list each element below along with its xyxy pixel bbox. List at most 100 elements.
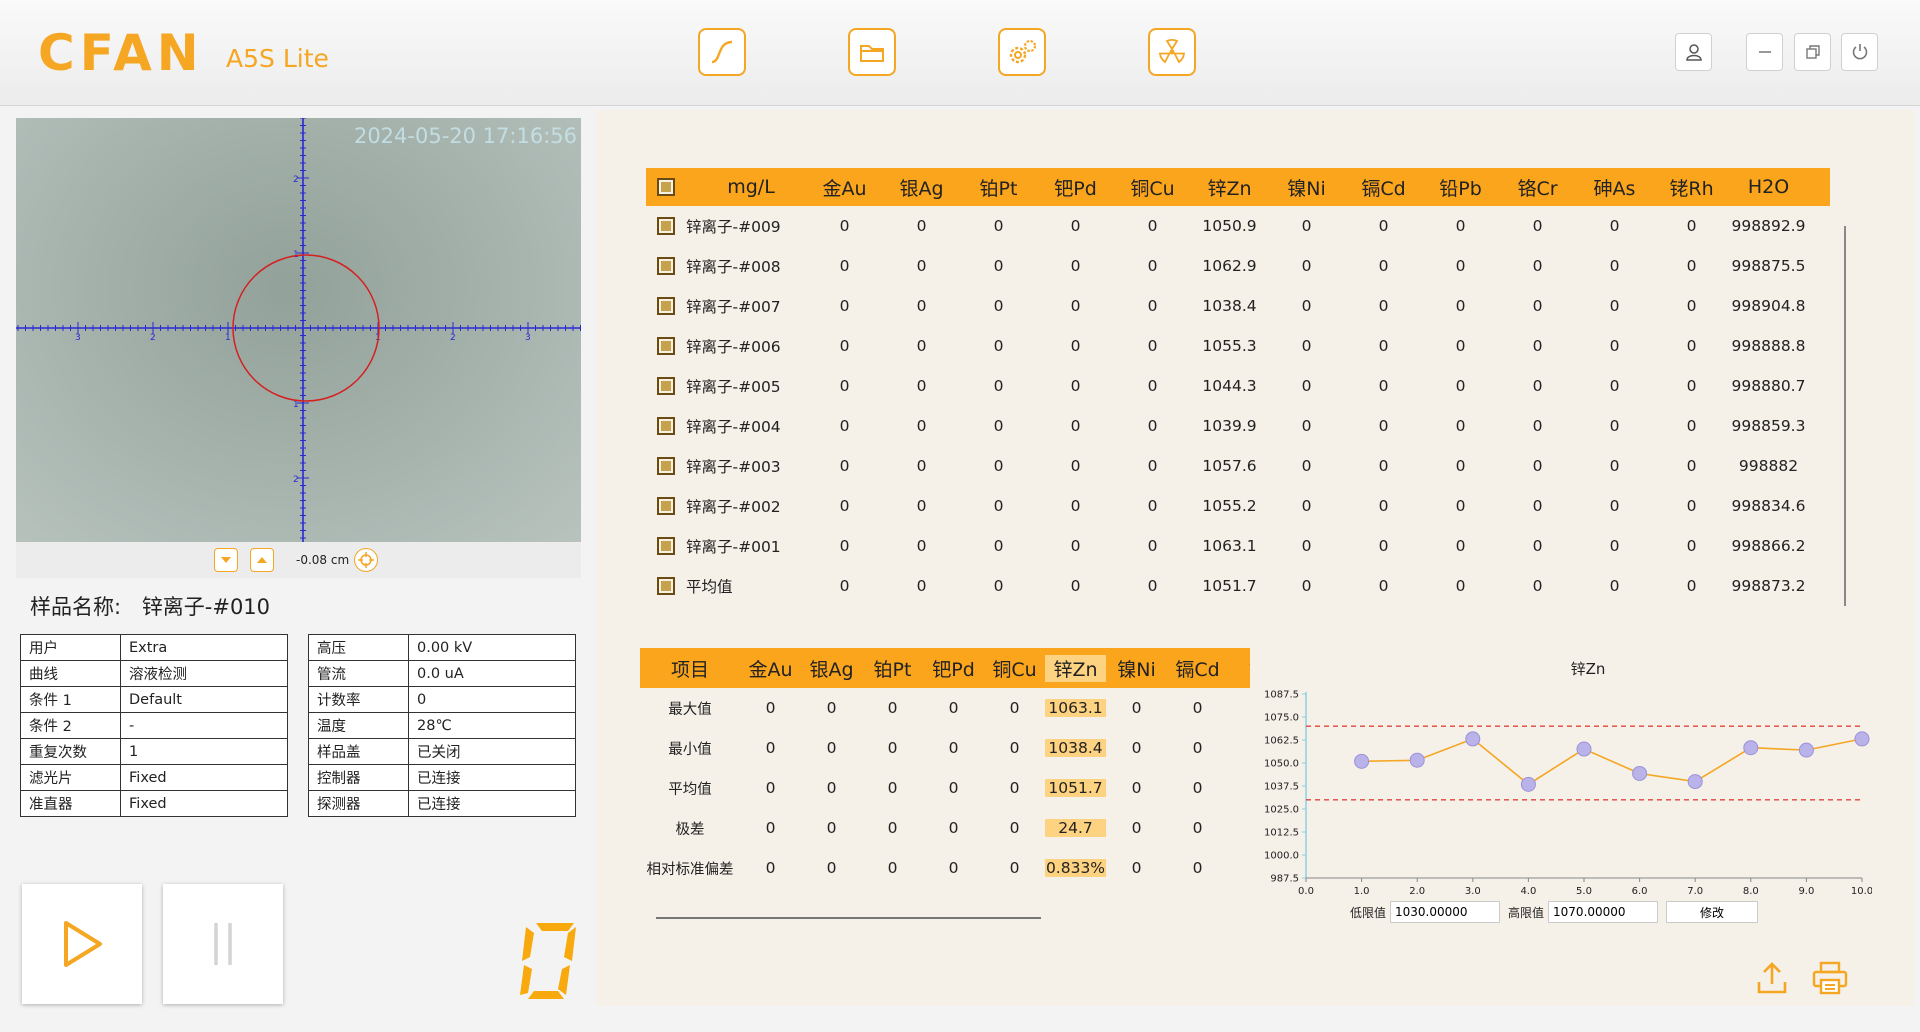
crosshair-overlay: 332211112233	[16, 118, 581, 542]
curve-button[interactable]	[698, 28, 746, 76]
column-header[interactable]: 银Ag	[883, 174, 960, 201]
column-header[interactable]: 锌Zn	[1191, 174, 1268, 201]
checkbox-box	[657, 537, 675, 555]
export-button[interactable]	[1752, 958, 1792, 998]
power-button[interactable]	[1841, 33, 1878, 71]
data-point[interactable]	[1687, 774, 1703, 790]
settings-button[interactable]	[998, 28, 1046, 76]
row-checkbox[interactable]	[646, 257, 686, 275]
data-point[interactable]	[1798, 742, 1814, 758]
table-row[interactable]: 锌离子-#001 0 0 0 0 0 1063.1 0 0 0 0 0 0 998866.2	[646, 526, 1830, 566]
table-row[interactable]: 锌离子-#003 0 0 0 0 0 1057.6 0 0 0 0 0 0 998882	[646, 446, 1830, 486]
column-header[interactable]: 钯Pd	[1037, 174, 1114, 201]
column-header[interactable]: 铑Rh	[1653, 174, 1730, 201]
stat-value: 0	[765, 819, 776, 837]
stat-label: 相对标准偏差	[646, 861, 734, 878]
value-cell: 0	[1070, 537, 1081, 555]
data-point[interactable]	[1409, 752, 1425, 768]
data-point[interactable]	[1576, 741, 1592, 757]
move-up-button[interactable]	[250, 548, 274, 572]
row-checkbox[interactable]	[646, 217, 686, 235]
value-cell: 0	[1070, 217, 1081, 235]
value-cell: 0	[1455, 497, 1466, 515]
stat-column-header[interactable]: 钯Pd	[923, 655, 984, 682]
info-key: 条件 1	[20, 686, 121, 713]
value-cell: 0	[1609, 337, 1620, 355]
stat-column-header[interactable]: 锌Zn	[1045, 654, 1106, 682]
statistics-scrollbar[interactable]	[656, 917, 1041, 919]
data-point[interactable]	[1465, 731, 1481, 747]
column-header[interactable]: 镉Cd	[1345, 174, 1422, 201]
stat-column-header[interactable]: 镉Cd	[1167, 655, 1228, 682]
radiation-button[interactable]	[1148, 28, 1196, 76]
column-header[interactable]: 铂Pt	[960, 174, 1037, 201]
open-file-button[interactable]	[848, 28, 896, 76]
x-tick-label: 7.0	[1687, 886, 1703, 897]
value-cell: 0	[916, 537, 927, 555]
stat-column-header[interactable]: 项目	[640, 655, 740, 682]
column-header[interactable]: 铅Pb	[1422, 174, 1499, 201]
value-cell: 0	[1686, 217, 1697, 235]
stat-column-header[interactable]: 银Ag	[801, 655, 862, 682]
results-scrollbar[interactable]	[1844, 226, 1846, 606]
start-button[interactable]	[22, 884, 142, 1004]
column-header[interactable]: 镍Ni	[1268, 174, 1345, 201]
select-all-checkbox[interactable]	[646, 178, 686, 196]
row-checkbox[interactable]	[646, 537, 686, 555]
table-row[interactable]: 锌离子-#004 0 0 0 0 0 1039.9 0 0 0 0 0 0 998859.3	[646, 406, 1830, 446]
value-cell: 0	[993, 577, 1004, 595]
minimize-button[interactable]	[1746, 33, 1783, 71]
stat-column-header[interactable]: 镍Ni	[1106, 655, 1167, 682]
stat-column-header[interactable]: 铜Cu	[984, 655, 1045, 682]
column-header[interactable]: 砷As	[1576, 174, 1653, 201]
camera-view[interactable]: 332211112233 2024-05-20 17:16:56	[16, 118, 581, 542]
value-cell: 0	[1455, 417, 1466, 435]
column-header[interactable]: 铜Cu	[1114, 174, 1191, 201]
pause-button[interactable]	[163, 884, 283, 1004]
center-button[interactable]	[354, 548, 378, 572]
restore-button[interactable]	[1794, 33, 1831, 71]
data-point[interactable]	[1743, 740, 1759, 756]
info-value: 0	[408, 686, 576, 713]
row-checkbox[interactable]	[646, 337, 686, 355]
table-row[interactable]: 平均值 0 0 0 0 0 1051.7 0 0 0 0 0 0 998873.2	[646, 566, 1830, 606]
user-button[interactable]	[1675, 33, 1712, 71]
data-point[interactable]	[1520, 776, 1536, 792]
info-key: 探测器	[308, 790, 409, 817]
move-down-button[interactable]	[214, 548, 238, 572]
row-checkbox[interactable]	[646, 417, 686, 435]
user-icon	[1685, 44, 1702, 61]
stat-column-header[interactable]: 铂Pt	[862, 655, 923, 682]
table-row[interactable]: 锌离子-#009 0 0 0 0 0 1050.9 0 0 0 0 0 0 998892.9	[646, 206, 1830, 246]
stat-value: 0	[948, 739, 959, 757]
high-limit-input[interactable]	[1548, 901, 1659, 923]
table-row[interactable]: 锌离子-#002 0 0 0 0 0 1055.2 0 0 0 0 0 0 998834.6	[646, 486, 1830, 526]
data-point[interactable]	[1854, 731, 1870, 747]
value-cell: 0	[1147, 537, 1158, 555]
column-header[interactable]: mg/L	[686, 176, 806, 198]
value-cell: 0	[916, 417, 927, 435]
row-checkbox[interactable]	[646, 457, 686, 475]
pause-icon	[214, 923, 232, 965]
value-cell: 0	[839, 577, 850, 595]
print-button[interactable]	[1810, 958, 1850, 998]
table-row[interactable]: 锌离子-#005 0 0 0 0 0 1044.3 0 0 0 0 0 0 998880.7	[646, 366, 1830, 406]
table-row[interactable]: 锌离子-#007 0 0 0 0 0 1038.4 0 0 0 0 0 0 998904.8	[646, 286, 1830, 326]
modify-button[interactable]: 修改	[1666, 901, 1759, 923]
row-checkbox[interactable]	[646, 577, 686, 595]
column-header[interactable]: H2O	[1730, 176, 1807, 198]
column-header[interactable]: 铬Cr	[1499, 174, 1576, 201]
row-checkbox[interactable]	[646, 377, 686, 395]
column-header[interactable]: 金Au	[806, 174, 883, 201]
row-checkbox[interactable]	[646, 297, 686, 315]
stat-column-header[interactable]: 金Au	[740, 655, 801, 682]
table-row[interactable]: 锌离子-#006 0 0 0 0 0 1055.3 0 0 0 0 0 0 998888.8	[646, 326, 1830, 366]
row-checkbox[interactable]	[646, 497, 686, 515]
data-point[interactable]	[1632, 765, 1648, 781]
low-limit-input[interactable]	[1390, 901, 1501, 923]
table-row[interactable]: 锌离子-#008 0 0 0 0 0 1062.9 0 0 0 0 0 0 998875.5	[646, 246, 1830, 286]
value-cell: 1038.4	[1202, 297, 1257, 315]
data-point[interactable]	[1354, 753, 1370, 769]
stat-column-header[interactable]: 铅	[1228, 655, 1250, 682]
title-bar: CFAN A5S Lite	[0, 0, 1920, 106]
